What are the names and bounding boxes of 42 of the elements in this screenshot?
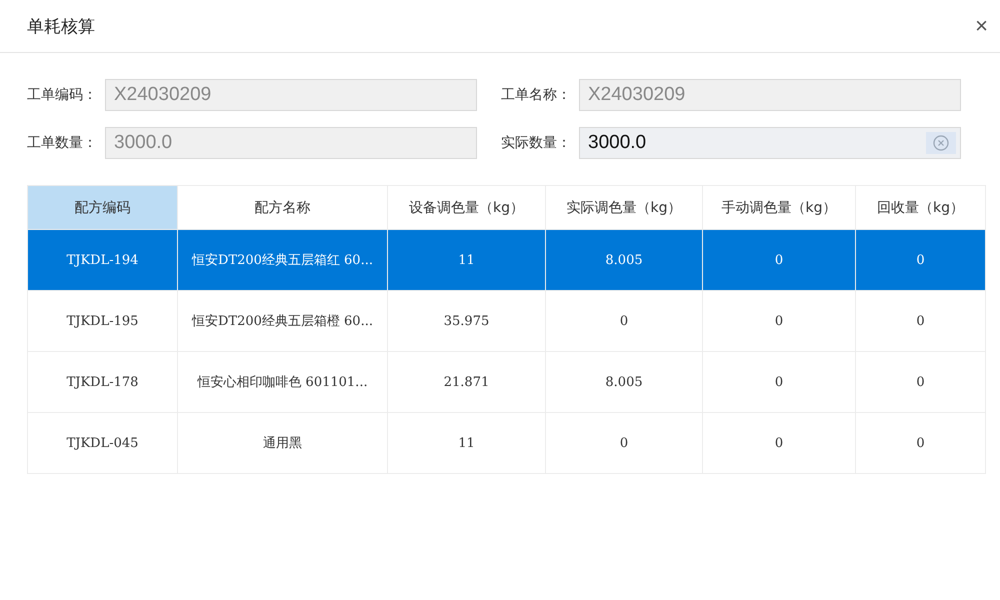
- table-cell: 11: [388, 230, 546, 290]
- column-header[interactable]: 手动调色量（kg）: [702, 186, 856, 230]
- field-label: 工单数量：: [27, 134, 98, 152]
- table-cell: 0: [702, 230, 856, 290]
- column-header[interactable]: 配方编码: [28, 186, 178, 230]
- table-cell: 8.005: [546, 230, 702, 290]
- table-cell: 8.005: [546, 352, 702, 412]
- input-field[interactable]: 3000.0: [579, 127, 961, 159]
- close-button[interactable]: ×: [971, 13, 992, 39]
- table-cell: 0: [856, 230, 986, 290]
- table-row[interactable]: TJKDL-194 恒安DT200经典五层箱红 60... 11 8.005 0 0: [28, 230, 986, 290]
- field-label: 工单名称：: [501, 86, 572, 104]
- field-label: 实际数量：: [501, 134, 572, 152]
- table-cell: 35.975: [388, 290, 546, 352]
- table-cell: 0: [856, 352, 986, 412]
- table-cell: 0: [856, 412, 986, 474]
- table-cell: 通用黑: [178, 412, 388, 474]
- table-cell: 11: [388, 412, 546, 474]
- table-row[interactable]: TJKDL-045 通用黑 11 0 0 0: [28, 412, 986, 474]
- column-header[interactable]: 设备调色量（kg）: [388, 186, 546, 230]
- table-cell: 恒安DT200经典五层箱红 60...: [178, 230, 388, 290]
- table-cell: 0: [546, 412, 702, 474]
- table-cell: 恒安心相印咖啡色 601101...: [178, 352, 388, 412]
- table-cell: 0: [856, 290, 986, 352]
- table-cell: 0: [702, 352, 856, 412]
- clear-icon[interactable]: [926, 132, 956, 154]
- table-row[interactable]: TJKDL-195 恒安DT200经典五层箱橙 60... 35.975 0 0 0: [28, 290, 986, 352]
- table-cell: TJKDL-194: [28, 230, 178, 290]
- column-header[interactable]: 实际调色量（kg）: [546, 186, 702, 230]
- table-cell: 0: [546, 290, 702, 352]
- table-cell: 恒安DT200经典五层箱橙 60...: [178, 290, 388, 352]
- column-header[interactable]: 配方名称: [178, 186, 388, 230]
- table-cell: TJKDL-045: [28, 412, 178, 474]
- table-cell: TJKDL-178: [28, 352, 178, 412]
- table-cell: 21.871: [388, 352, 546, 412]
- table-row[interactable]: TJKDL-178 恒安心相印咖啡色 601101... 21.871 8.005 0 0: [28, 352, 986, 412]
- field-label: 工单编码：: [27, 86, 98, 104]
- column-header[interactable]: 回收量（kg）: [856, 186, 986, 230]
- table-cell: 0: [702, 290, 856, 352]
- table-cell: 0: [702, 412, 856, 474]
- table-cell: TJKDL-195: [28, 290, 178, 352]
- dialog-title: 单耗核算: [27, 16, 95, 38]
